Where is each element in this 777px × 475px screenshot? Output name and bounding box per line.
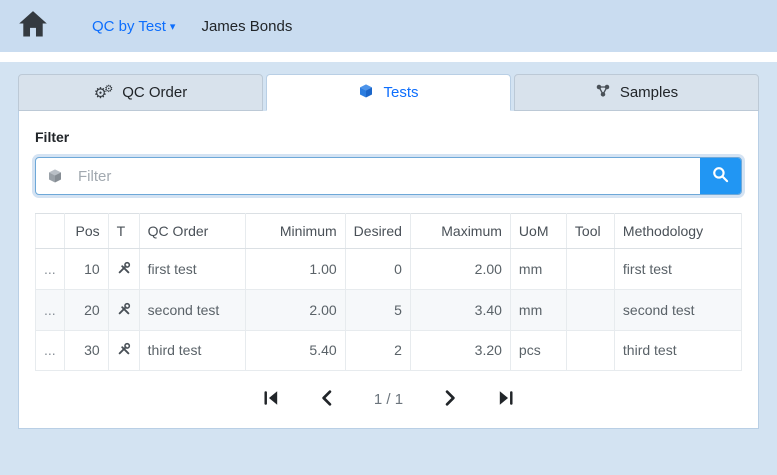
cell-desired: 5 — [345, 289, 410, 330]
tab-samples-label: Samples — [620, 84, 678, 101]
skip-to-last-icon — [497, 389, 515, 410]
cell-pos: 30 — [64, 330, 108, 371]
previous-page-button[interactable] — [318, 389, 336, 410]
tools-icon — [117, 302, 131, 319]
caret-down-icon: ▾ — [170, 20, 176, 33]
filter-title: Filter — [35, 129, 742, 145]
cube-icon — [358, 83, 374, 103]
cell-tool — [566, 330, 614, 371]
tests-table: Pos T QC Order Minimum Desired Maximum U… — [35, 213, 742, 371]
cell-desired: 2 — [345, 330, 410, 371]
cell-pos: 20 — [64, 289, 108, 330]
table-row[interactable]: ... 30 third test 5.40 2 3.20 pcs third … — [36, 330, 742, 371]
skip-to-first-icon — [262, 389, 280, 410]
filter-input[interactable] — [74, 158, 700, 194]
chevron-right-icon — [441, 389, 459, 410]
search-button[interactable] — [700, 158, 741, 194]
tests-panel: Filter — [18, 111, 759, 429]
chevron-left-icon — [318, 389, 336, 410]
col-header-pos: Pos — [64, 214, 108, 249]
col-header-methodology: Methodology — [614, 214, 741, 249]
cell-maximum: 3.40 — [410, 289, 510, 330]
content-section: ⚙⚙ QC Order Tests Sam — [0, 62, 777, 475]
col-header-ellipsis — [36, 214, 65, 249]
table-row[interactable]: ... 20 second test 2.00 5 3.40 mm second… — [36, 289, 742, 330]
tab-tests-label: Tests — [383, 84, 418, 101]
tab-bar: ⚙⚙ QC Order Tests Sam — [18, 74, 759, 111]
cube-icon — [36, 158, 74, 194]
cell-minimum: 2.00 — [245, 289, 345, 330]
menu-label: QC by Test — [92, 18, 166, 35]
tab-qc-order-label: QC Order — [122, 84, 187, 101]
tools-icon — [117, 261, 131, 278]
col-header-maximum: Maximum — [410, 214, 510, 249]
cell-maximum: 3.20 — [410, 330, 510, 371]
search-icon — [712, 166, 729, 186]
col-header-minimum: Minimum — [245, 214, 345, 249]
cell-desired: 0 — [345, 249, 410, 290]
next-page-button[interactable] — [441, 389, 459, 410]
col-header-desired: Desired — [345, 214, 410, 249]
cell-type — [108, 289, 139, 330]
cell-minimum: 5.40 — [245, 330, 345, 371]
col-header-t: T — [108, 214, 139, 249]
top-bar: QC by Test ▾ James Bonds — [0, 0, 777, 52]
cell-type — [108, 330, 139, 371]
cell-tool — [566, 249, 614, 290]
cell-qc-order: third test — [139, 330, 245, 371]
cell-methodology: third test — [614, 330, 741, 371]
cell-methodology: first test — [614, 249, 741, 290]
cell-pos: 10 — [64, 249, 108, 290]
cell-uom: mm — [510, 289, 566, 330]
cell-uom: mm — [510, 249, 566, 290]
cell-uom: pcs — [510, 330, 566, 371]
cell-qc-order: second test — [139, 289, 245, 330]
row-menu-ellipsis[interactable]: ... — [36, 289, 65, 330]
tab-samples[interactable]: Samples — [514, 74, 759, 111]
samples-molecule-icon — [595, 83, 611, 103]
col-header-tool: Tool — [566, 214, 614, 249]
row-menu-ellipsis[interactable]: ... — [36, 330, 65, 371]
tab-qc-order[interactable]: ⚙⚙ QC Order — [18, 74, 263, 111]
cell-qc-order: first test — [139, 249, 245, 290]
last-page-button[interactable] — [497, 389, 515, 410]
tab-tests[interactable]: Tests — [266, 74, 511, 111]
filter-input-group — [35, 157, 742, 195]
home-icon — [18, 10, 48, 43]
cell-tool — [566, 289, 614, 330]
gears-icon: ⚙⚙ — [94, 85, 113, 101]
page-indicator: 1 / 1 — [374, 391, 403, 408]
home-button[interactable] — [18, 10, 48, 43]
table-header-row: Pos T QC Order Minimum Desired Maximum U… — [36, 214, 742, 249]
col-header-qc-order: QC Order — [139, 214, 245, 249]
first-page-button[interactable] — [262, 389, 280, 410]
qc-by-test-menu[interactable]: QC by Test ▾ — [92, 18, 175, 35]
user-name: James Bonds — [201, 18, 292, 35]
pagination: 1 / 1 — [35, 389, 742, 410]
cell-maximum: 2.00 — [410, 249, 510, 290]
cell-methodology: second test — [614, 289, 741, 330]
col-header-uom: UoM — [510, 214, 566, 249]
tools-icon — [117, 342, 131, 359]
cell-minimum: 1.00 — [245, 249, 345, 290]
row-menu-ellipsis[interactable]: ... — [36, 249, 65, 290]
table-row[interactable]: ... 10 first test 1.00 0 2.00 mm first t… — [36, 249, 742, 290]
cell-type — [108, 249, 139, 290]
